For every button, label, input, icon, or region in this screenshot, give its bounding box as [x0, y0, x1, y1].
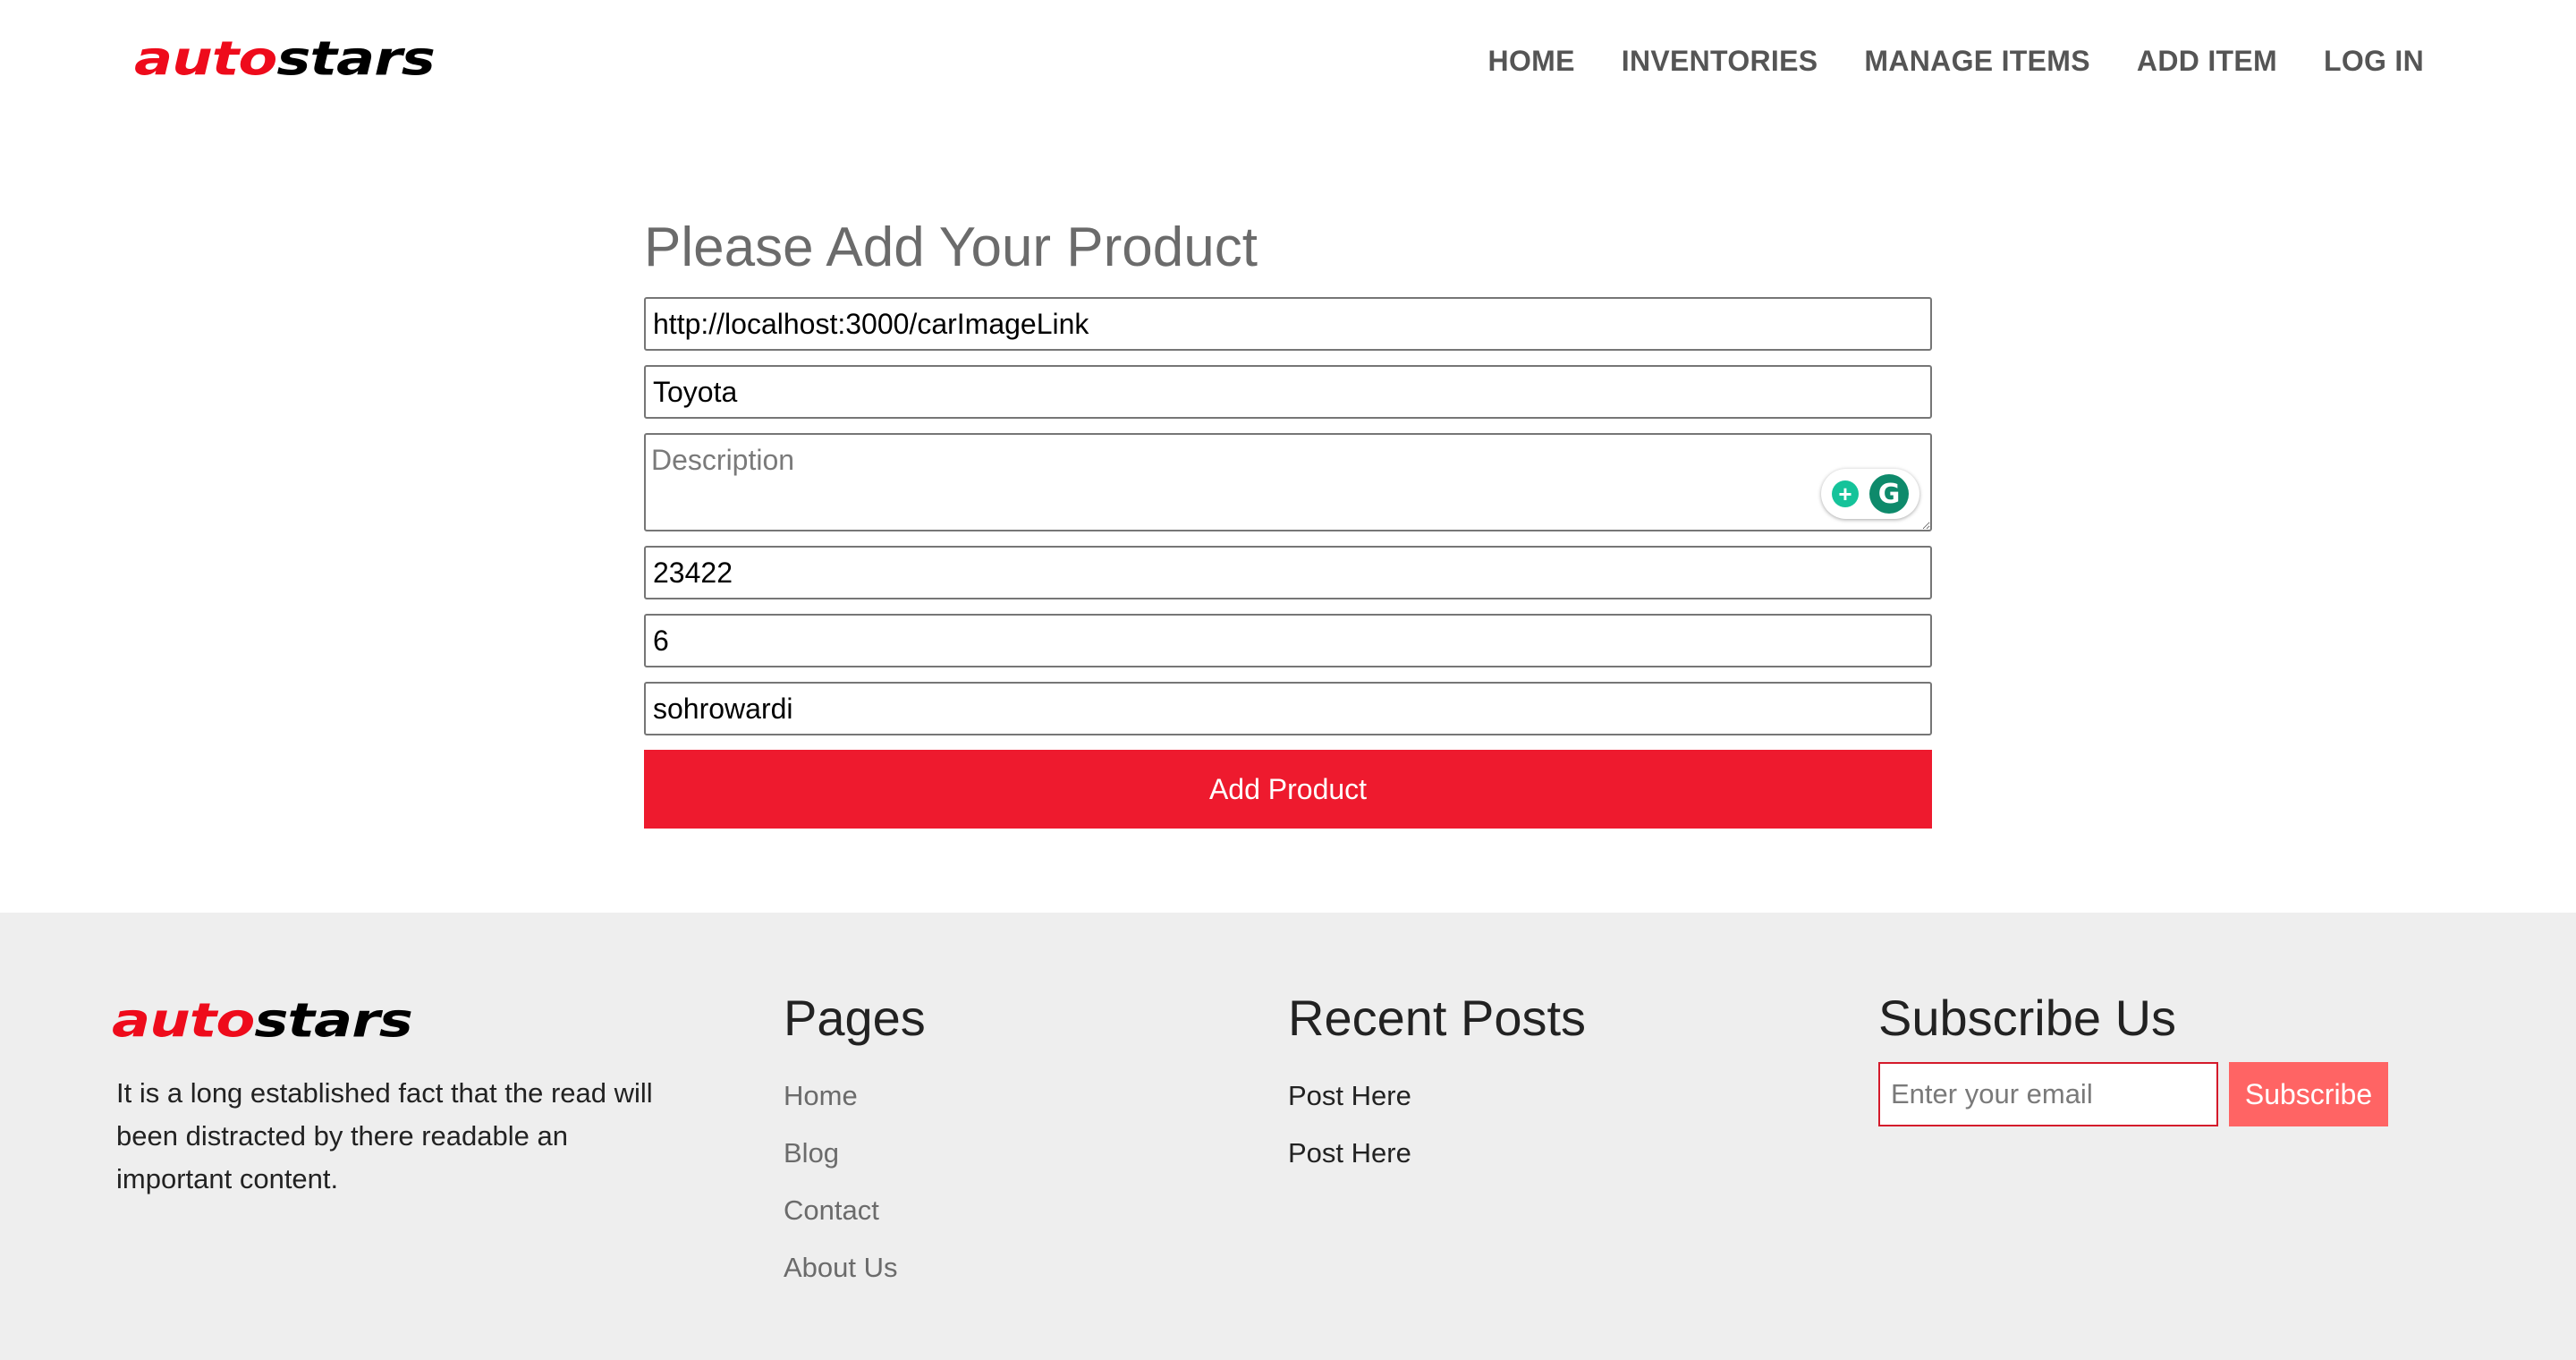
subscribe-form: Subscribe [1878, 1062, 2388, 1127]
logo-text-black: stars [276, 31, 436, 87]
subscribe-button[interactable]: Subscribe [2229, 1062, 2388, 1127]
footer-link-about-us[interactable]: About Us [784, 1252, 898, 1283]
footer-link-contact[interactable]: Contact [784, 1194, 879, 1226]
grammarly-widget[interactable]: + G [1821, 469, 1919, 520]
site-header: autostars HOME INVENTORIES MANAGE ITEMS … [0, 0, 2576, 134]
add-product-form: Please Add Your Product + G Add Product [644, 215, 1932, 829]
footer-link-home[interactable]: Home [784, 1080, 858, 1111]
site-footer: autostars It is a long established fact … [0, 913, 2576, 1360]
footer-posts-title: Recent Posts [1288, 990, 1587, 1046]
footer-pages: Pages Home Blog Contact About Us [784, 988, 926, 1296]
footer-link-blog[interactable]: Blog [784, 1137, 839, 1169]
nav-home[interactable]: HOME [1488, 45, 1575, 78]
description-box: + G [644, 433, 1932, 532]
footer-about-text: It is a long established fact that the r… [116, 1077, 653, 1194]
footer-subscribe: Subscribe Us Subscribe [1878, 988, 2388, 1127]
page-title: Please Add Your Product [644, 217, 1258, 278]
nav-add-item[interactable]: ADD ITEM [2137, 45, 2277, 78]
nav-manage-items[interactable]: MANAGE ITEMS [1864, 45, 2090, 78]
product-name-input[interactable] [644, 365, 1932, 420]
image-link-input[interactable] [644, 297, 1932, 352]
description-textarea[interactable] [644, 433, 1932, 532]
grammarly-bulb-icon[interactable]: + [1832, 480, 1859, 508]
subscribe-email-input[interactable] [1878, 1062, 2218, 1127]
grammarly-logo-icon[interactable]: G [1869, 474, 1909, 514]
supplier-input[interactable] [644, 682, 1932, 736]
footer-pages-title: Pages [784, 990, 926, 1046]
footer-logo[interactable]: autostars [112, 998, 413, 1044]
footer-logo-text-black: stars [254, 993, 413, 1049]
footer-post-link[interactable]: Post Here [1288, 1137, 1411, 1169]
footer-post-link[interactable]: Post Here [1288, 1080, 1411, 1111]
add-product-button[interactable]: Add Product [644, 750, 1932, 829]
price-input[interactable] [644, 546, 1932, 600]
nav-log-in[interactable]: LOG IN [2324, 45, 2424, 78]
header-logo[interactable]: autostars [134, 36, 436, 82]
logo-text-red: auto [134, 31, 277, 87]
footer-subscribe-title: Subscribe Us [1878, 990, 2177, 1046]
footer-recent-posts: Recent Posts Post Here Post Here [1288, 988, 1586, 1182]
nav-inventories[interactable]: INVENTORIES [1622, 45, 1818, 78]
quantity-input[interactable] [644, 614, 1932, 668]
footer-logo-text-red: auto [112, 993, 255, 1049]
main-nav: HOME INVENTORIES MANAGE ITEMS ADD ITEM L… [1488, 45, 2424, 78]
